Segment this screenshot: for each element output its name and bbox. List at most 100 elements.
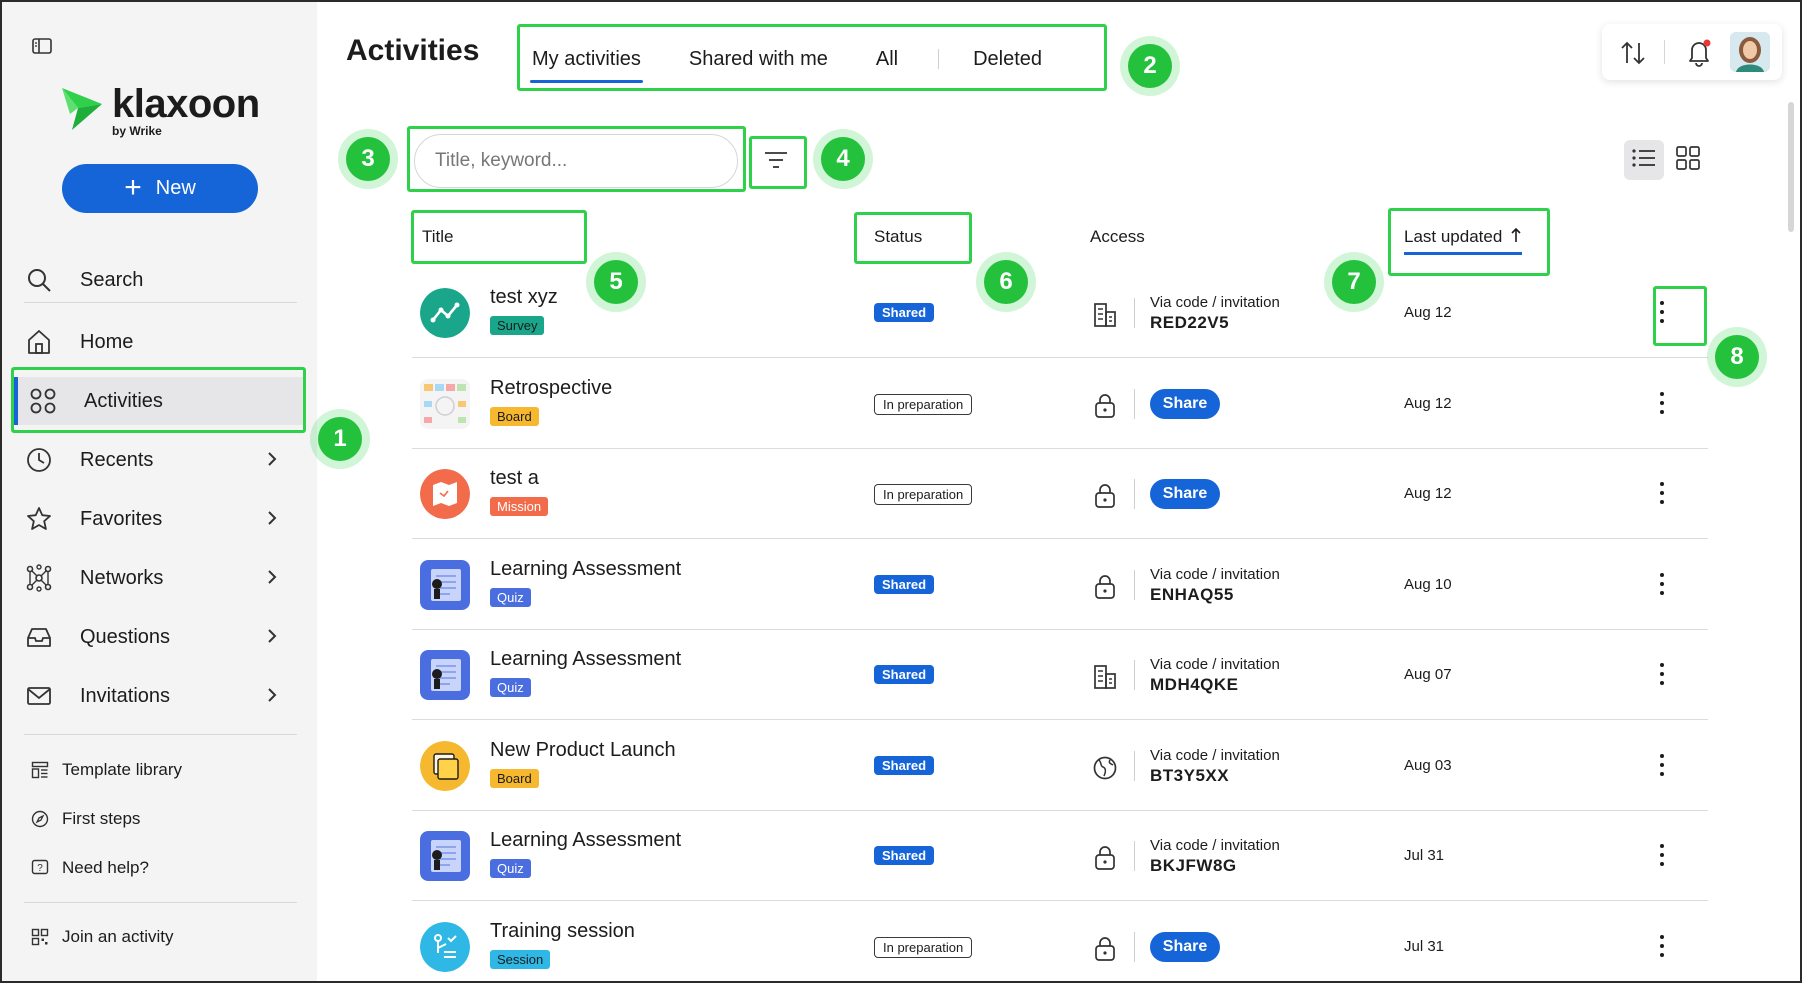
share-button[interactable]: Share bbox=[1150, 931, 1220, 962]
avatar[interactable] bbox=[1730, 32, 1770, 72]
bell-icon[interactable] bbox=[1684, 36, 1714, 68]
highlight-box-7 bbox=[1388, 208, 1550, 276]
chevron-right-icon bbox=[266, 686, 278, 710]
grid-view-button[interactable] bbox=[1668, 140, 1708, 180]
sidebar-item-first-steps[interactable]: First steps bbox=[30, 805, 140, 833]
clock-icon bbox=[24, 445, 54, 475]
more-options-icon[interactable] bbox=[1652, 383, 1672, 423]
home-icon bbox=[24, 327, 54, 357]
activity-thumbnail[interactable] bbox=[420, 288, 470, 338]
search-icon bbox=[24, 265, 54, 295]
access-code: BKJFW8G bbox=[1150, 856, 1237, 875]
table-row[interactable]: Learning Assessment Quiz Shared Via code… bbox=[412, 811, 1708, 901]
qr-code-icon bbox=[30, 927, 50, 947]
sidebar-item-networks[interactable]: Networks bbox=[24, 554, 296, 602]
activity-thumbnail[interactable] bbox=[420, 831, 470, 881]
activity-title[interactable]: Learning Assessment bbox=[490, 829, 681, 852]
collapse-sidebar-icon[interactable] bbox=[32, 38, 52, 54]
highlight-box-3 bbox=[407, 126, 746, 192]
access-code: BT3Y5XX bbox=[1150, 765, 1230, 785]
activity-thumbnail[interactable] bbox=[420, 469, 470, 519]
highlight-box-8 bbox=[1653, 286, 1707, 346]
sidebar-item-favorites[interactable]: Favorites bbox=[24, 495, 296, 543]
highlight-box-4 bbox=[749, 136, 807, 189]
activity-thumbnail[interactable] bbox=[420, 378, 470, 429]
activity-type-badge: Survey bbox=[490, 316, 545, 335]
activity-thumbnail[interactable] bbox=[420, 740, 470, 791]
callout-badge-2: 2 bbox=[1128, 44, 1172, 88]
activity-title[interactable]: test a bbox=[490, 467, 539, 490]
last-updated-date: Aug 12 bbox=[1404, 394, 1452, 412]
status-badge: In preparation bbox=[874, 393, 973, 415]
activity-thumbnail[interactable] bbox=[420, 559, 470, 610]
share-button[interactable]: Share bbox=[1150, 479, 1220, 509]
access-divider bbox=[1134, 931, 1135, 962]
building-icon bbox=[1092, 301, 1118, 329]
highlight-box-5 bbox=[411, 210, 587, 264]
activity-type-badge: Quiz bbox=[490, 587, 531, 607]
activity-thumbnail[interactable] bbox=[420, 921, 470, 972]
sidebar-item-label: Need help? bbox=[62, 858, 149, 877]
more-options-icon[interactable] bbox=[1652, 473, 1672, 513]
access-divider bbox=[1134, 750, 1135, 781]
table-row[interactable]: Retrospective Board In preparation Share… bbox=[412, 359, 1708, 449]
activity-type-badge: Board bbox=[490, 768, 539, 788]
building-icon bbox=[1092, 663, 1118, 691]
access-divider bbox=[1134, 388, 1135, 419]
more-options-icon[interactable] bbox=[1652, 654, 1672, 694]
lock-icon bbox=[1092, 392, 1118, 420]
sidebar-item-label: Template library bbox=[62, 760, 182, 779]
sidebar-item-recents[interactable]: Recents bbox=[24, 436, 296, 484]
activity-title[interactable]: Learning Assessment bbox=[490, 558, 681, 581]
more-options-icon[interactable] bbox=[1652, 926, 1672, 966]
activity-title[interactable]: Retrospective bbox=[490, 377, 612, 400]
list-view-icon bbox=[1631, 147, 1657, 174]
activity-thumbnail[interactable] bbox=[420, 650, 470, 700]
table-row[interactable]: Learning Assessment Quiz Shared Via code… bbox=[412, 630, 1708, 720]
more-options-icon[interactable] bbox=[1652, 745, 1672, 785]
activity-title[interactable]: Learning Assessment bbox=[490, 648, 681, 671]
activity-type-badge: Quiz bbox=[490, 678, 531, 697]
table-row[interactable]: New Product Launch Board Shared Via code… bbox=[412, 721, 1708, 811]
chevron-right-icon bbox=[266, 450, 278, 474]
join-activity-link[interactable]: Join an activity bbox=[30, 923, 174, 951]
page-title: Activities bbox=[346, 34, 480, 67]
status-badge: In preparation bbox=[874, 484, 973, 505]
last-updated-date: Aug 12 bbox=[1404, 485, 1452, 502]
new-button[interactable]: + New bbox=[62, 164, 258, 213]
table-row[interactable]: test a Mission In preparation Share Aug … bbox=[412, 449, 1708, 539]
lock-icon bbox=[1092, 573, 1118, 601]
sidebar-item-template-library[interactable]: Template library bbox=[30, 756, 182, 784]
table-row[interactable]: Learning Assessment Quiz Shared Via code… bbox=[412, 540, 1708, 630]
activity-type-badge: Board bbox=[490, 406, 539, 426]
sort-toggle-icon[interactable] bbox=[1618, 38, 1648, 68]
lock-icon bbox=[1092, 482, 1118, 510]
status-badge: Shared bbox=[874, 755, 935, 775]
access-code: MDH4QKE bbox=[1150, 675, 1239, 694]
table-row[interactable]: Training session Session In preparation … bbox=[412, 902, 1708, 982]
more-options-icon[interactable] bbox=[1652, 835, 1672, 875]
app-window: klaxoon by Wrike + New Search Home Activ… bbox=[0, 0, 1802, 983]
template-icon bbox=[30, 760, 50, 780]
sidebar-item-home[interactable]: Home bbox=[24, 318, 296, 366]
sidebar-item-label: First steps bbox=[62, 809, 141, 828]
callout-badge-5: 5 bbox=[594, 260, 638, 304]
activity-title[interactable]: New Product Launch bbox=[490, 739, 676, 762]
scrollbar[interactable] bbox=[1788, 102, 1794, 232]
highlight-box-2 bbox=[517, 24, 1107, 91]
star-icon bbox=[24, 504, 54, 534]
column-header-access: Access bbox=[1090, 227, 1145, 246]
klaxoon-logo[interactable]: klaxoon by Wrike bbox=[58, 82, 268, 140]
sidebar-item-search[interactable]: Search bbox=[24, 256, 296, 304]
activity-title[interactable]: Training session bbox=[490, 920, 635, 943]
access-mode: Via code / invitation bbox=[1150, 656, 1280, 673]
share-button[interactable]: Share bbox=[1150, 388, 1220, 419]
activity-title[interactable]: test xyz bbox=[490, 286, 558, 309]
sidebar-item-invitations[interactable]: Invitations bbox=[24, 672, 296, 720]
more-options-icon[interactable] bbox=[1652, 564, 1672, 604]
sidebar-item-need-help[interactable]: ? Need help? bbox=[30, 854, 149, 882]
access-divider bbox=[1134, 569, 1135, 600]
sidebar-item-questions[interactable]: Questions bbox=[24, 613, 296, 661]
callout-badge-8: 8 bbox=[1715, 335, 1759, 379]
list-view-button[interactable] bbox=[1624, 140, 1664, 180]
